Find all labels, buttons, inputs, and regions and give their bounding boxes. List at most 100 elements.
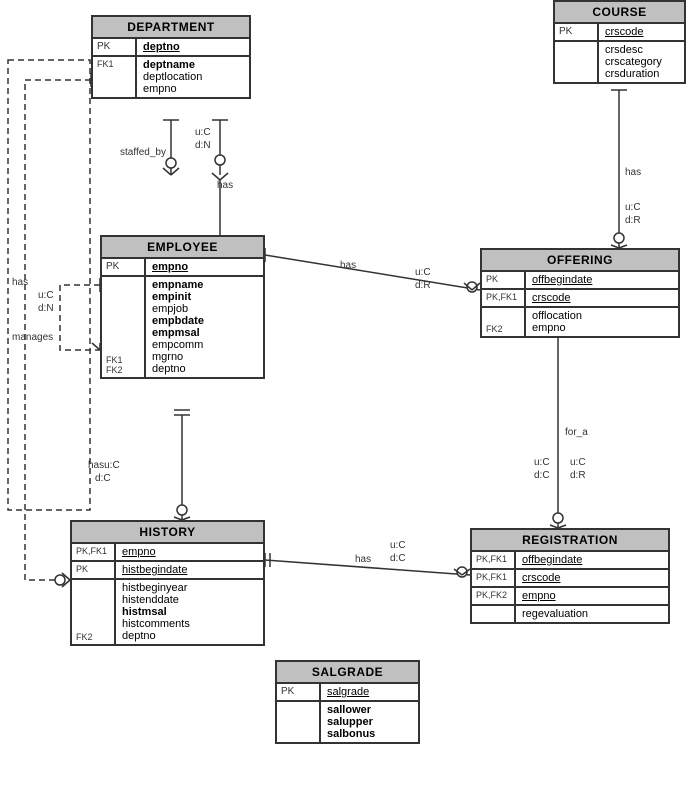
off-pk-row1: PK offbegindate (482, 272, 678, 290)
department-header: DEPARTMENT (93, 17, 249, 39)
hist-histcomments: histcomments (122, 618, 190, 630)
has-left-label: has (12, 277, 28, 288)
course-pk-label: PK (555, 24, 599, 40)
sal-pk-attr: salgrade (321, 684, 375, 700)
dept-pk-attr: deptno (137, 39, 186, 55)
salgrade-header: SALGRADE (277, 662, 418, 684)
reg-empty (472, 606, 516, 622)
ucdn-label1: u:C (195, 127, 211, 138)
off-pk1-attr: offbegindate (526, 272, 598, 288)
hist-pk2-label: PK (72, 562, 116, 578)
ucdr3-label1: u:C (570, 457, 586, 468)
history-body: PK,FK1 empno PK histbegindate FK2 histbe… (72, 544, 263, 644)
ucdc-label1: u:C (390, 540, 406, 551)
reg-pk-row3: PK,FK2 empno (472, 588, 668, 606)
ucdc-label2: d:C (390, 553, 406, 564)
course-crsdesc: crsdesc (605, 44, 662, 56)
course-body: PK crscode crsdesc crscategory crsdurati… (555, 24, 684, 82)
emp-fk-labels: FK1 FK2 (102, 277, 146, 377)
sal-sallower: sallower (327, 704, 375, 716)
off-pk2-label: PK,FK1 (482, 290, 526, 306)
hist-pk1-label: PK,FK1 (72, 544, 116, 560)
hist-pk1-attr: empno (116, 544, 162, 560)
emp-attrs: empname empinit empjob empbdate empmsal … (146, 277, 210, 377)
reg-crscode: crscode (522, 572, 561, 584)
salgrade-body: PK salgrade sallower salupper salbonus (277, 684, 418, 742)
emp-empbdate: empbdate (152, 315, 204, 327)
has-emp-off-label: has (340, 260, 356, 271)
offering-body: PK offbegindate PK,FK1 crscode FK2 offlo… (482, 272, 678, 336)
emp-pk-label: PK (102, 259, 146, 275)
reg-offbegindate: offbegindate (522, 554, 582, 566)
erd-diagram: has manages staffed_by u:C d:N has (0, 0, 690, 803)
off-pk2-attr: crscode (526, 290, 577, 306)
hist-deptno: deptno (122, 630, 190, 642)
has-hist-reg-label: has (355, 554, 371, 565)
emp-empno: empno (152, 261, 188, 273)
emp-empname: empname (152, 279, 204, 291)
ucdr-label2: d:R (415, 280, 431, 291)
ucdr2-label1: u:C (625, 202, 641, 213)
fora-label: for_a (565, 427, 588, 438)
reg-pk2-label: PK,FK1 (472, 570, 516, 586)
emp-empinit: empinit (152, 291, 204, 303)
reg-attr-row: regevaluation (472, 606, 668, 622)
employee-entity: EMPLOYEE PK empno FK1 FK2 empname empini… (100, 235, 265, 379)
registration-entity: REGISTRATION PK,FK1 offbegindate PK,FK1 … (470, 528, 670, 624)
ucdr-label1: u:C (415, 267, 431, 278)
reg-empno: empno (522, 590, 556, 602)
off-crscode: crscode (532, 292, 571, 304)
emp-attr-row: FK1 FK2 empname empinit empjob empbdate … (102, 277, 263, 377)
sal-salgrade: salgrade (327, 686, 369, 698)
hist-histmsal: histmsal (122, 606, 190, 618)
sal-salbonus: salbonus (327, 728, 375, 740)
dept-empno: empno (143, 83, 202, 95)
reg-attrs: regevaluation (516, 606, 594, 622)
hist-histenddate: histenddate (122, 594, 190, 606)
dept-deptno: deptno (143, 41, 180, 53)
staffed-by-label: staffed_by (120, 147, 166, 158)
dept-pk-label: PK (93, 39, 137, 55)
off-attr-row: FK2 offlocation empno (482, 308, 678, 336)
course-header: COURSE (555, 2, 684, 24)
offering-entity: OFFERING PK offbegindate PK,FK1 crscode … (480, 248, 680, 338)
course-crscategory: crscategory (605, 56, 662, 68)
hist-histbegindate: histbegindate (122, 564, 187, 576)
manages-label: manages (12, 332, 53, 343)
reg-regevaluation: regevaluation (522, 608, 588, 620)
sal-attrs: sallower salupper salbonus (321, 702, 381, 742)
sal-empty (277, 702, 321, 742)
hist-pk-row1: PK,FK1 empno (72, 544, 263, 562)
sal-attr-row: sallower salupper salbonus (277, 702, 418, 742)
hist-attr-row: FK2 histbeginyear histenddate histmsal h… (72, 580, 263, 644)
course-pk-attr: crscode (599, 24, 650, 40)
off-fk2-label: FK2 (482, 308, 526, 336)
hist-attrs: histbeginyear histenddate histmsal histc… (116, 580, 196, 644)
emp-mgrno: mgrno (152, 351, 204, 363)
reg-pk-row1: PK,FK1 offbegindate (472, 552, 668, 570)
course-crsduration: crsduration (605, 68, 662, 80)
registration-body: PK,FK1 offbegindate PK,FK1 crscode PK,FK… (472, 552, 668, 622)
ucdn2-label1: u:C (38, 290, 54, 301)
reg-pk3-label: PK,FK2 (472, 588, 516, 604)
reg-pk1-label: PK,FK1 (472, 552, 516, 568)
dept-fk1-label: FK1 (93, 57, 137, 97)
ucdc2-label2: d:C (534, 470, 550, 481)
off-pk1-label: PK (482, 272, 526, 288)
emp-pk-attr: empno (146, 259, 194, 275)
dept-pk-row: PK deptno (93, 39, 249, 57)
offering-header: OFFERING (482, 250, 678, 272)
emp-fk1: FK1 (106, 355, 123, 365)
ucdc2-label1: u:C (534, 457, 550, 468)
has-dept-label: has (217, 180, 233, 191)
course-attr-row1: crsdesc crscategory crsduration (555, 42, 684, 82)
emp-empmsal: empmsal (152, 327, 204, 339)
off-offbegindate: offbegindate (532, 274, 592, 286)
employee-header: EMPLOYEE (102, 237, 263, 259)
dept-deptname: deptname (143, 59, 202, 71)
dept-deptlocation: deptlocation (143, 71, 202, 83)
salgrade-entity: SALGRADE PK salgrade sallower salupper s… (275, 660, 420, 744)
course-pk-row: PK crscode (555, 24, 684, 42)
dept-attrs: deptname deptlocation empno (137, 57, 208, 97)
reg-pk-row2: PK,FK1 crscode (472, 570, 668, 588)
